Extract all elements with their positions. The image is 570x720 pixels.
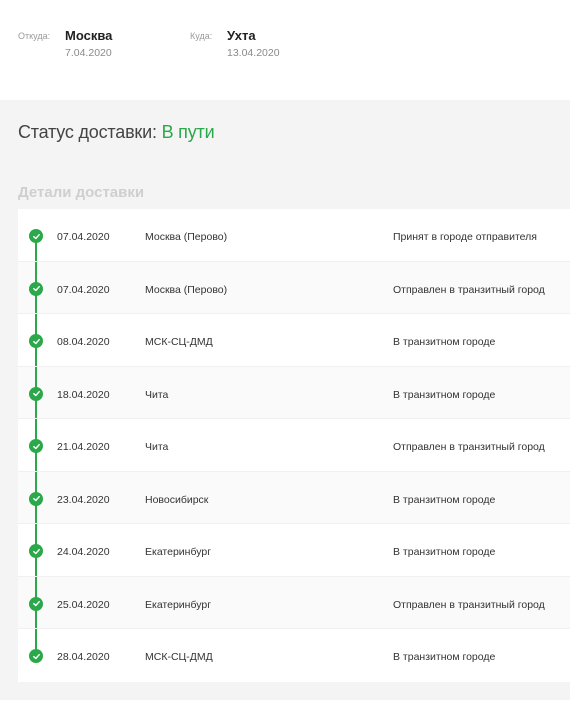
event-place: МСК-СЦ-ДМД	[145, 651, 213, 663]
from-date: 7.04.2020	[65, 47, 112, 59]
event-status: В транзитном городе	[393, 388, 496, 401]
status-label: Статус доставки:	[18, 122, 157, 142]
event-status: Отправлен в транзитный город	[393, 441, 545, 453]
to-city: Ухта	[227, 28, 256, 43]
event-date: 08.04.2020	[57, 336, 110, 348]
event-date: 07.04.2020	[57, 283, 110, 296]
to-date: 13.04.2020	[227, 47, 280, 59]
check-circle-icon	[29, 544, 43, 558]
event-status: Отправлен в транзитный город	[393, 283, 545, 296]
timeline-row: 07.04.2020 Москва (Перово) Принят в городе…	[18, 209, 570, 262]
event-place: Москва (Перово)	[145, 231, 228, 243]
route-header: Откуда: Москва 7.04.2020 Куда: Ухта 13.0…	[0, 0, 570, 100]
timeline-row: 23.04.2020 Новосибирск В транзитном городе	[18, 471, 570, 524]
check-circle-icon	[29, 281, 43, 296]
check-circle-icon	[29, 386, 43, 401]
check-circle-icon	[29, 649, 43, 663]
from-label: Откуда:	[18, 31, 51, 41]
event-date: 23.04.2020	[57, 493, 110, 506]
to-label: Куда:	[190, 31, 213, 41]
event-date: 25.04.2020	[57, 598, 110, 611]
timeline-row: 28.04.2020 МСК-СЦ-ДМД В транзитном городе	[18, 629, 570, 682]
event-place: Чита	[145, 441, 169, 453]
event-status: В транзитном городе	[393, 493, 496, 506]
timeline-row: 21.04.2020 Чита Отправлен в транзитный гор…	[18, 419, 570, 472]
check-circle-icon	[29, 596, 43, 611]
event-date: 07.04.2020	[57, 231, 110, 243]
event-place: Екатеринбург	[145, 546, 212, 558]
event-status: В транзитном городе	[393, 336, 496, 348]
event-status: Принят в городе отправителя	[393, 231, 537, 243]
timeline-row: 24.04.2020 Екатеринбург В транзитном город…	[18, 524, 570, 577]
tracking-panel: Статус доставки: В пути Детали доставки …	[0, 100, 570, 700]
details-title: Детали доставки	[18, 184, 145, 201]
event-place: Новосибирск	[145, 493, 209, 506]
timeline-row: 08.04.2020 МСК-СЦ-ДМД В транзитном городе	[18, 314, 570, 367]
event-date: 28.04.2020	[57, 651, 110, 663]
from-city: Москва	[65, 28, 113, 43]
event-date: 21.04.2020	[57, 441, 110, 453]
delivery-timeline: 07.04.2020 Москва (Перово) Принят в городе…	[18, 209, 570, 682]
event-place: Екатеринбург	[145, 598, 212, 611]
timeline-row: 07.04.2020 Москва (Перово) Отправлен в тра…	[18, 261, 570, 314]
check-circle-icon	[29, 334, 43, 348]
timeline-row: 25.04.2020 Екатеринбург Отправлен в транзи…	[18, 576, 570, 629]
event-status: В транзитном городе	[393, 546, 496, 558]
event-date: 24.04.2020	[57, 546, 110, 558]
event-place: МСК-СЦ-ДМД	[145, 336, 213, 348]
delivery-status: Статус доставки: В пути	[18, 122, 215, 143]
event-place: Чита	[145, 388, 169, 401]
timeline-row: 18.04.2020 Чита В транзитном городе	[18, 366, 570, 419]
check-circle-icon	[29, 229, 43, 243]
status-value: В пути	[161, 122, 215, 142]
check-circle-icon	[29, 491, 43, 506]
event-status: В транзитном городе	[393, 651, 496, 663]
event-status: Отправлен в транзитный город	[393, 598, 545, 611]
event-date: 18.04.2020	[57, 388, 110, 401]
event-place: Москва (Перово)	[145, 283, 228, 296]
check-circle-icon	[29, 439, 43, 453]
